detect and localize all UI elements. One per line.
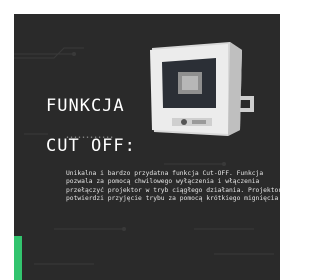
floodlight-image	[150, 42, 254, 136]
section-heading: FUNKCJA CUT OFF:	[46, 76, 136, 176]
accent-bar	[14, 236, 22, 280]
description-text: Unikalna i bardzo przydatna funkcja Cut-…	[66, 170, 280, 203]
heading-line-1: FUNKCJA	[46, 96, 125, 116]
info-panel: FUNKCJA CUT OFF: •••••••••••• Unikalna i…	[14, 14, 280, 280]
separator-dots: ••••••••••••	[66, 135, 115, 141]
